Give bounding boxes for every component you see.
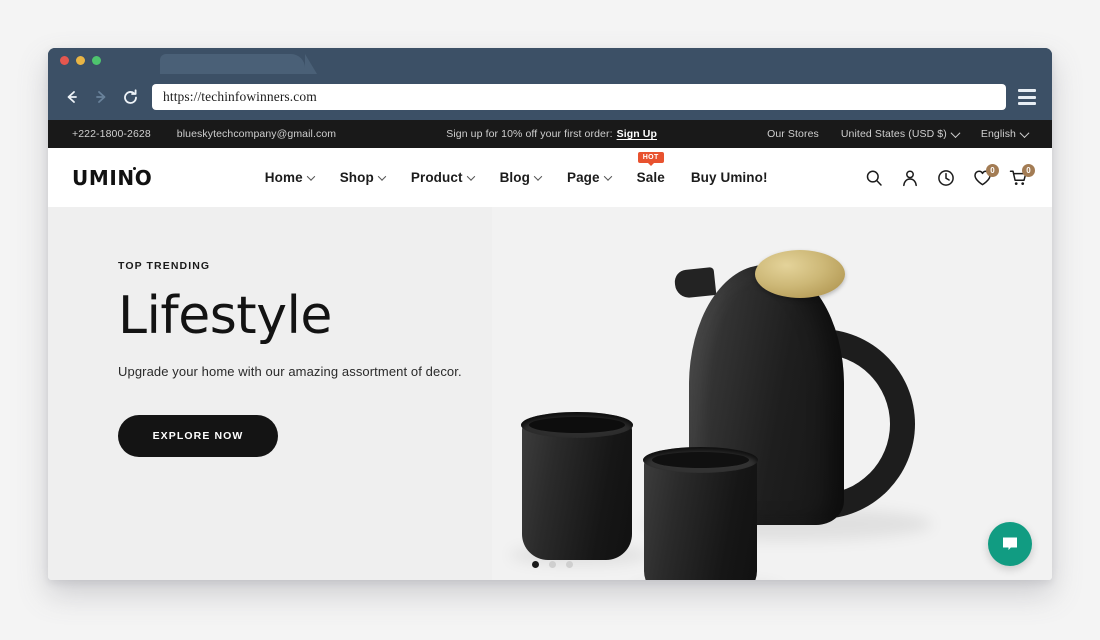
nav-item-label: Buy Umino! — [690, 170, 768, 185]
nav-item-home[interactable]: Home — [264, 170, 315, 185]
hero-copy: TOP TRENDING Lifestyle Upgrade your home… — [118, 260, 518, 457]
cart-count-badge: 0 — [1022, 163, 1035, 177]
cup-front — [643, 447, 758, 580]
carousel-dot-3[interactable] — [566, 561, 573, 568]
nav-item-product[interactable]: Product — [410, 170, 475, 185]
nav-item-sale[interactable]: HOT Sale — [636, 152, 665, 185]
nav-item-label: Product — [410, 170, 463, 185]
window-traffic-lights — [60, 56, 101, 65]
contact-phone[interactable]: +222-1800-2628 — [72, 128, 151, 140]
carousel-dots — [532, 561, 573, 568]
address-bar-text: https://techinfowinners.com — [163, 89, 317, 104]
cup-back-rim — [521, 412, 633, 438]
hero-carousel: TOP TRENDING Lifestyle Upgrade your home… — [48, 207, 1052, 580]
nav-item-label: Home — [264, 170, 303, 185]
nav-item-shop[interactable]: Shop — [339, 170, 387, 185]
maximize-window-button[interactable] — [92, 56, 101, 65]
hero-eyebrow: TOP TRENDING — [118, 260, 211, 272]
brand-logo-part1: UMI — [72, 165, 118, 190]
brand-logo-part2: N — [117, 165, 137, 190]
nav-icon-group: 0 0 — [864, 163, 1035, 188]
search-icon[interactable] — [864, 168, 884, 188]
explore-now-button[interactable]: EXPLORE NOW — [118, 415, 278, 457]
chevron-down-icon — [533, 171, 543, 181]
forward-arrow-icon[interactable] — [90, 86, 112, 108]
heart-wishlist-icon[interactable]: 0 — [972, 163, 999, 188]
nav-links: Home Shop Product Blog Page HOT Sale Buy… — [168, 152, 864, 185]
nav-item-label: Blog — [499, 170, 530, 185]
address-bar[interactable]: https://techinfowinners.com — [152, 84, 1006, 110]
language-label: English — [980, 128, 1016, 140]
hero-subtitle: Upgrade your home with our amazing assor… — [118, 364, 462, 379]
clock-history-icon[interactable] — [936, 168, 956, 188]
our-stores-link[interactable]: Our Stores — [767, 128, 819, 140]
country-currency-selector[interactable]: United States (USD $) — [840, 127, 961, 140]
chat-bubble-icon[interactable] — [988, 522, 1032, 566]
main-navigation-bar: UMI N O Home Shop Product Blog Page HOT … — [48, 148, 1052, 207]
browser-tab-strip — [48, 48, 1052, 74]
carousel-dot-1[interactable] — [532, 561, 539, 568]
chevron-down-icon — [466, 171, 475, 181]
nav-item-page[interactable]: Page — [566, 170, 612, 185]
nav-item-buy-umino[interactable]: Buy Umino! — [691, 170, 768, 185]
teapot-brass-lid — [755, 250, 845, 298]
hero-product-image — [492, 207, 1052, 580]
nav-item-label: Shop — [339, 170, 374, 185]
back-arrow-icon[interactable] — [61, 86, 83, 108]
announcement-bar: +222-1800-2628 blueskytechcompany@gmail.… — [48, 120, 1052, 148]
chevron-down-icon — [603, 171, 612, 181]
chevron-down-icon — [1019, 127, 1030, 138]
hamburger-menu-icon[interactable] — [1018, 89, 1036, 105]
browser-toolbar: https://techinfowinners.com — [48, 74, 1052, 120]
website-viewport: +222-1800-2628 blueskytechcompany@gmail.… — [48, 120, 1052, 580]
teapot-spout — [673, 266, 717, 300]
cup-front-rim — [643, 447, 758, 473]
chevron-down-icon — [950, 127, 961, 138]
cup-back — [521, 412, 633, 560]
country-currency-label: United States (USD $) — [840, 128, 947, 140]
carousel-dot-2[interactable] — [549, 561, 556, 568]
nav-item-label: Sale — [636, 170, 665, 185]
reload-icon[interactable] — [119, 86, 141, 108]
wishlist-count-badge: 0 — [986, 163, 999, 177]
promo-text: Sign up for 10% off your first order: — [446, 128, 613, 140]
user-account-icon[interactable] — [900, 168, 920, 188]
browser-window: https://techinfowinners.com +222-1800-26… — [48, 48, 1052, 580]
nav-item-blog[interactable]: Blog — [499, 170, 543, 185]
brand-logo[interactable]: UMI N O — [72, 166, 152, 190]
shopping-cart-icon[interactable]: 0 — [1008, 163, 1035, 188]
chevron-down-icon — [377, 171, 387, 181]
hero-title: Lifestyle — [118, 286, 332, 346]
language-selector[interactable]: English — [980, 127, 1030, 140]
contact-email[interactable]: blueskytechcompany@gmail.com — [177, 128, 336, 140]
nav-item-label: Page — [566, 170, 600, 185]
browser-tab[interactable] — [160, 54, 317, 74]
close-window-button[interactable] — [60, 56, 69, 65]
minimize-window-button[interactable] — [76, 56, 85, 65]
signup-link[interactable]: Sign Up — [617, 128, 657, 140]
hot-badge: HOT — [637, 152, 664, 166]
brand-logo-part3: O — [134, 165, 153, 190]
chevron-down-icon — [306, 171, 315, 181]
